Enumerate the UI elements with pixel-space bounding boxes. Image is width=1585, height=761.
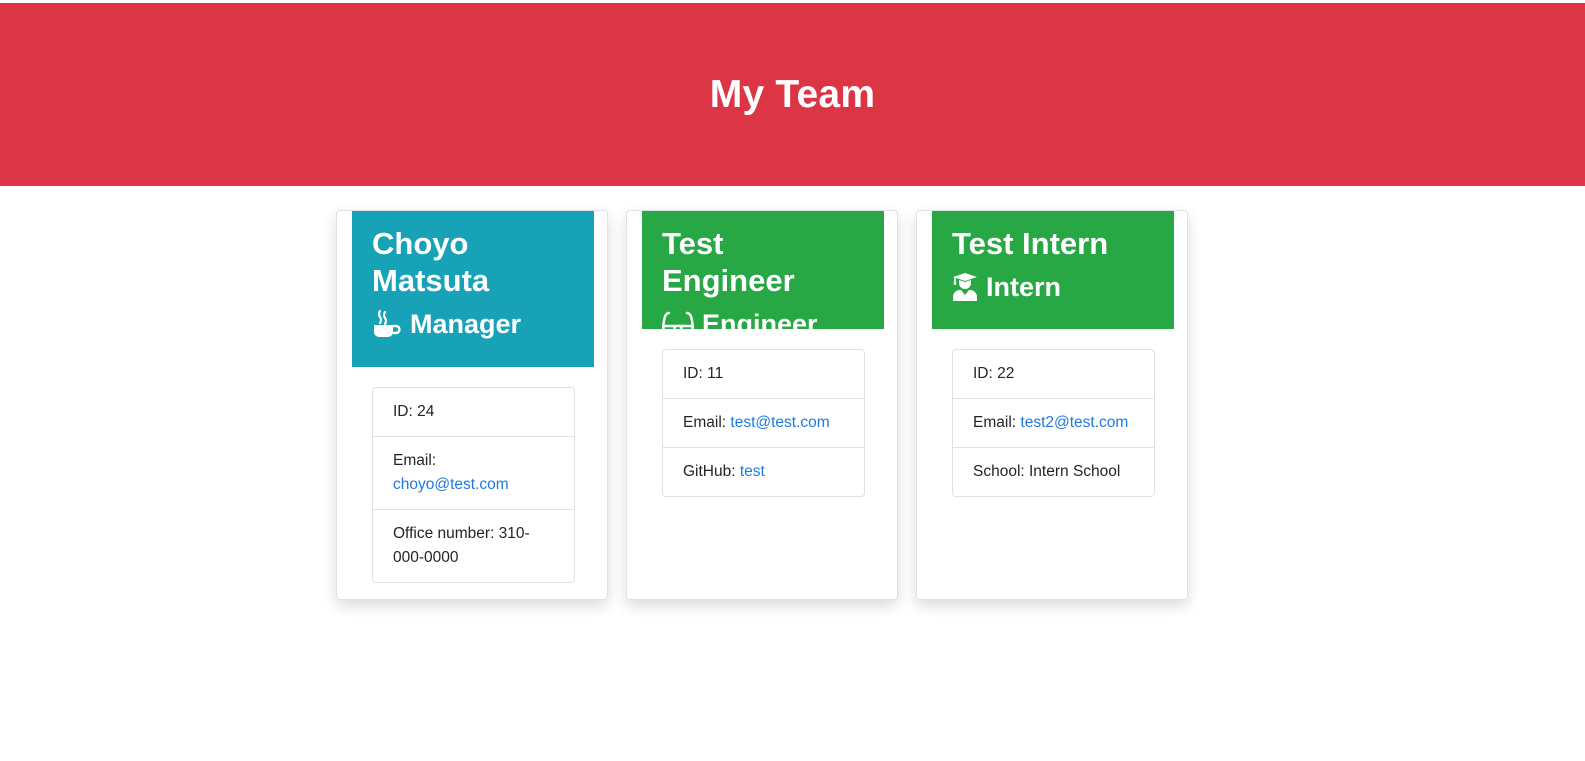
employee-role-label: Intern [986, 272, 1062, 302]
employee-role-label: Manager [410, 309, 522, 339]
employee-email: Email: test@test.com [663, 398, 864, 447]
page-title: My Team [709, 72, 876, 116]
email-link[interactable]: choyo@test.com [393, 476, 509, 493]
school-text: School: Intern School [973, 463, 1121, 480]
employee-card-intern: Test Intern Intern ID: 22 Email: test2@t… [916, 210, 1188, 600]
email-label: Email: [973, 414, 1017, 431]
card-header-intern: Test Intern Intern [932, 211, 1174, 329]
email-label: Email: [393, 452, 437, 469]
github-label: GitHub: [683, 463, 736, 480]
email-link[interactable]: test2@test.com [1020, 414, 1128, 431]
employee-role: Intern [952, 268, 1154, 306]
employee-id: ID: 11 [663, 350, 864, 398]
employee-id: ID: 24 [373, 388, 574, 436]
employee-role: Manager [372, 305, 574, 343]
employee-email: Email: choyo@test.com [373, 436, 574, 509]
employee-id-text: ID: 24 [393, 403, 435, 420]
card-header-engineer: Test Engineer Engineer [642, 211, 884, 339]
employee-card-engineer: Test Engineer Engineer ID: 11 Email: tes… [626, 210, 898, 600]
employee-name: Choyo Matsuta [372, 226, 490, 298]
header-banner: My Team [0, 3, 1585, 186]
office-number-text: Office number: 310-000-0000 [393, 525, 530, 566]
employee-id-text: ID: 22 [973, 365, 1015, 382]
employee-github: GitHub: test [663, 447, 864, 496]
employee-school: School: Intern School [953, 447, 1154, 496]
glasses-icon [662, 311, 694, 337]
employee-office-number: Office number: 310-000-0000 [373, 509, 574, 582]
card-header-manager: Choyo Matsuta Manager [352, 211, 594, 367]
email-label: Email: [683, 414, 727, 431]
coffee-mug-icon [374, 309, 401, 337]
employee-details: ID: 24 Email: choyo@test.com Office numb… [372, 387, 575, 583]
employee-details: ID: 11 Email: test@test.com GitHub: test [662, 349, 865, 497]
employee-role: Engineer [662, 305, 864, 343]
employee-details: ID: 22 Email: test2@test.com School: Int… [952, 349, 1155, 497]
email-link[interactable]: test@test.com [730, 414, 829, 431]
employee-id: ID: 22 [953, 350, 1154, 398]
employee-name: Test Intern [952, 226, 1109, 261]
github-link[interactable]: test [740, 463, 765, 480]
graduate-icon [953, 273, 977, 301]
employee-card-manager: Choyo Matsuta Manager ID: 24 Email: choy… [336, 210, 608, 600]
employee-role-label: Engineer [702, 309, 818, 339]
employee-email: Email: test2@test.com [953, 398, 1154, 447]
employee-id-text: ID: 11 [683, 365, 724, 382]
employee-name: Test Engineer [662, 226, 795, 298]
